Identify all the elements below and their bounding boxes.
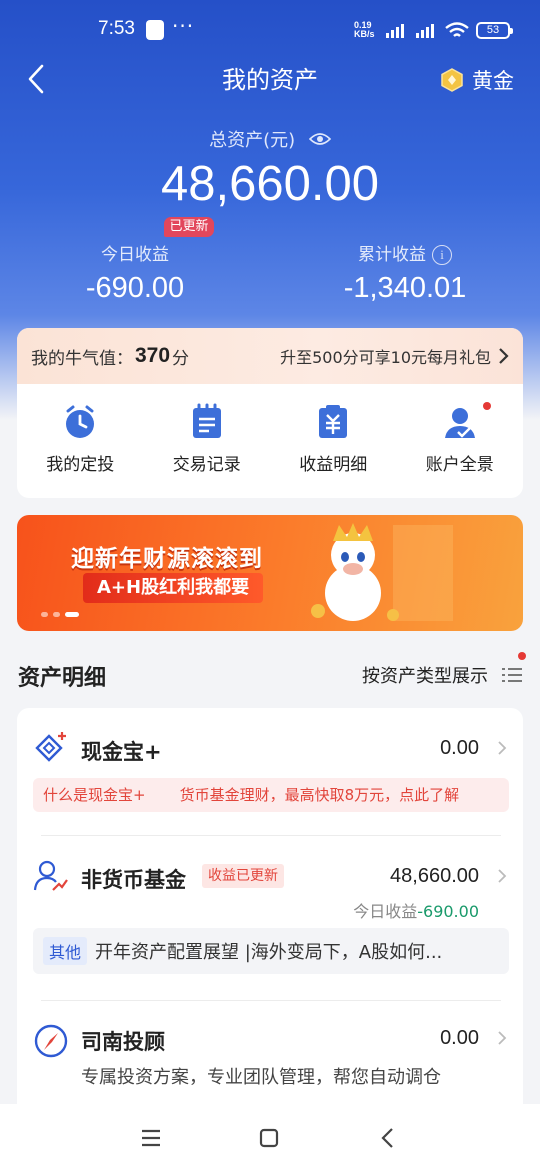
carousel-dots <box>41 612 79 617</box>
total-assets-label-row: 总资产(元) <box>0 126 540 152</box>
chevron-right-icon <box>498 741 507 755</box>
notification-dot <box>483 402 491 410</box>
asset-amount: 48,660.00 <box>390 865 479 887</box>
system-nav-bar <box>0 1104 540 1170</box>
carousel-dot[interactable] <box>53 612 60 617</box>
signal-1-icon <box>384 22 408 38</box>
asset-row-cash[interactable]: 现金宝+ 0.00 什么是现金宝+ 货币基金理财，最高快取8万元，点此了解 <box>17 708 523 818</box>
fund-today-value: -690.00 <box>417 902 479 921</box>
news-text: 开年资产配置展望 |海外变局下，A股如何... <box>95 942 443 963</box>
shortcut-trade-records[interactable]: 交易记录 <box>144 384 271 498</box>
bull-value-unit: 分 <box>172 348 190 369</box>
cash-marquee[interactable]: 什么是现金宝+ 货币基金理财，最高快取8万元，点此了解 <box>33 778 509 812</box>
gold-label: 黄金 <box>472 69 514 93</box>
shortcut-row: 我的定投 交易记录 收益明细 账户全景 <box>17 384 523 498</box>
more-notifications-icon: ··· <box>172 14 195 38</box>
cumulative-income-label: 累计收益 <box>358 245 426 265</box>
cartoon-bull-icon <box>311 523 453 621</box>
network-speed: 0.19 KB/s <box>354 20 375 39</box>
marquee-text: 货币基金理财，最高快取8万元，点此了解 <box>179 786 460 804</box>
advisory-desc: 专属投资方案，专业团队管理，帮您自动调仓 <box>81 1067 441 1088</box>
marquee-text: 什么是现金宝+ <box>43 786 146 804</box>
notification-dot <box>518 652 526 660</box>
cumulative-income-label-row: 累计收益 i <box>305 240 505 265</box>
app-notification-icon <box>146 20 164 40</box>
list-icon <box>502 668 522 682</box>
asset-row-advisory[interactable]: 司南投顾 0.00 专属投资方案，专业团队管理，帮您自动调仓 <box>17 1001 523 1111</box>
bull-promo-text: 升至500分可享10元每月礼包 <box>280 348 491 367</box>
gold-coin-icon <box>441 68 463 92</box>
yuan-doc-icon <box>319 405 348 438</box>
back-icon[interactable] <box>370 1120 406 1156</box>
status-time: 7:53 <box>98 18 135 39</box>
shortcut-label: 交易记录 <box>172 455 241 475</box>
bull-value-strip[interactable]: 我的牛气值： 370 分 升至500分可享10元每月礼包 <box>17 328 523 384</box>
shortcut-auto-invest[interactable]: 我的定投 <box>17 384 144 498</box>
shortcut-account-overview[interactable]: 账户全景 <box>397 384 524 498</box>
asset-amount: 0.00 <box>440 1027 479 1049</box>
cumulative-income-value: -1,340.01 <box>343 272 467 304</box>
user-trend-icon <box>33 860 68 891</box>
chevron-right-icon <box>499 348 509 364</box>
quick-actions-card: 我的牛气值： 370 分 升至500分可享10元每月礼包 我的定投 交易记录 收… <box>17 328 523 498</box>
asset-name: 司南投顾 <box>81 1030 165 1054</box>
bull-value-label: 我的牛气值： <box>31 348 133 369</box>
info-icon[interactable]: i <box>432 245 452 265</box>
today-income-value: -690.00 <box>85 272 185 304</box>
battery-icon: 53 <box>476 22 513 39</box>
asset-details-title: 资产明细 <box>18 666 107 691</box>
signal-2-icon <box>414 22 438 38</box>
carousel-dot[interactable] <box>41 612 48 617</box>
fund-news-item[interactable]: 其他 开年资产配置展望 |海外变局下，A股如何... <box>33 928 509 974</box>
gold-button[interactable]: 黄金 <box>440 64 514 96</box>
asset-list-card: 现金宝+ 0.00 什么是现金宝+ 货币基金理财，最高快取8万元，点此了解 非货币… <box>17 708 523 1128</box>
menu-icon[interactable] <box>133 1120 169 1156</box>
shortcut-label: 账户全景 <box>425 455 494 475</box>
diamond-plus-icon <box>35 732 66 762</box>
chevron-right-icon <box>498 1031 507 1045</box>
asset-row-fund[interactable]: 非货币基金 收益已更新 48,660.00 今日收益-690.00 其他 开年资… <box>17 836 523 1001</box>
updated-badge: 已更新 <box>164 217 214 237</box>
compass-icon <box>34 1024 68 1058</box>
total-assets-label: 总资产(元) <box>209 130 296 151</box>
eye-icon[interactable] <box>308 132 331 146</box>
news-tag: 其他 <box>43 937 88 965</box>
clock-icon <box>66 405 95 438</box>
chevron-right-icon <box>498 869 507 883</box>
asset-type-filter[interactable]: 按资产类型展示 <box>362 652 526 688</box>
home-icon[interactable] <box>251 1120 287 1156</box>
fund-today-income: 今日收益-690.00 <box>353 898 479 922</box>
asset-amount: 0.00 <box>440 737 479 759</box>
promo-banner[interactable]: 迎新年财源滚滚到 A+H股红利我都要 <box>17 515 523 631</box>
wifi-icon <box>445 22 469 37</box>
asset-name: 现金宝+ <box>81 740 162 764</box>
user-card-icon <box>444 408 475 438</box>
status-bar: 7:53 ··· 0.19 KB/s 53 <box>0 0 540 60</box>
bull-value: 370 <box>135 344 171 367</box>
banner-title: 迎新年财源滚滚到 <box>71 546 263 572</box>
carousel-dot-active[interactable] <box>65 612 79 617</box>
asset-name: 非货币基金 <box>81 868 186 892</box>
notepad-icon <box>192 403 221 438</box>
income-updated-tag: 收益已更新 <box>202 864 284 888</box>
filter-label: 按资产类型展示 <box>362 666 488 687</box>
shortcut-label: 我的定投 <box>46 455 115 475</box>
total-assets-value: 48,660.00 <box>161 157 379 211</box>
banner-subtitle: A+H股红利我都要 <box>83 573 264 603</box>
shortcut-label: 收益明细 <box>299 455 368 475</box>
shortcut-income-details[interactable]: 收益明细 <box>270 384 397 498</box>
today-income-label: 今日收益 <box>101 245 169 265</box>
fund-today-label: 今日收益 <box>353 902 418 921</box>
